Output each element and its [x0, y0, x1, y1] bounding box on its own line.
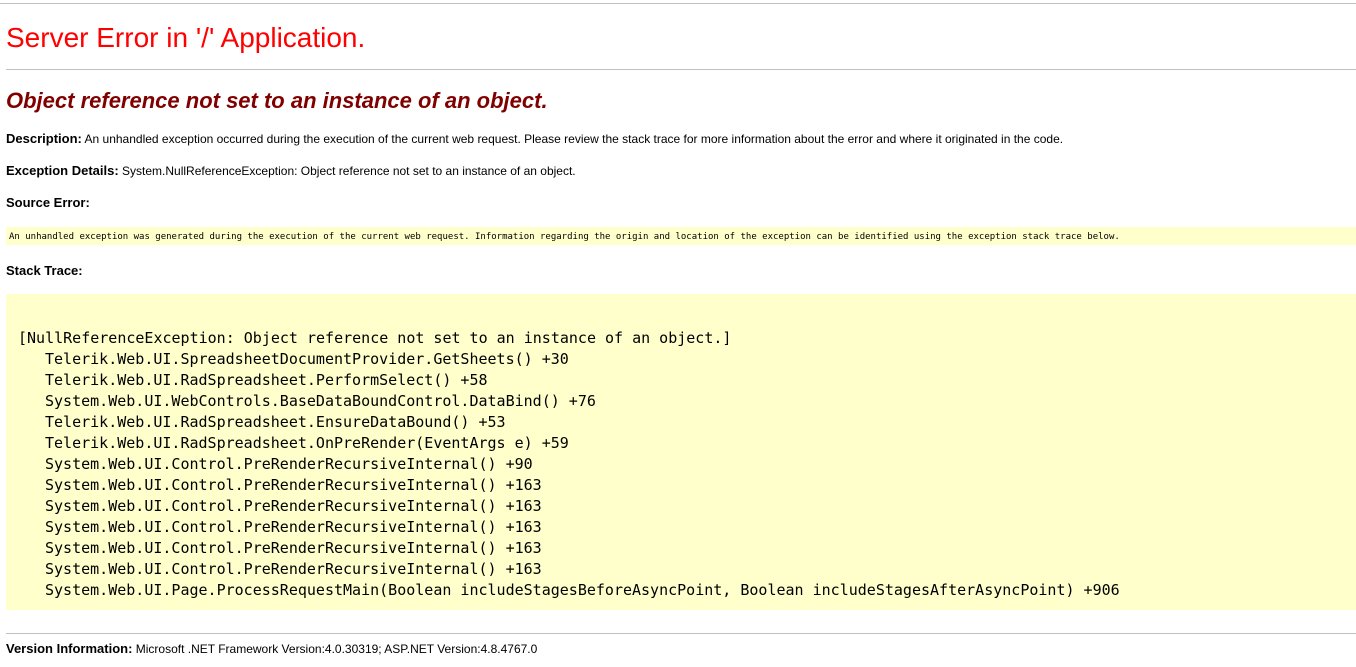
stack-frame: System.Web.UI.Control.PreRenderRecursive…	[45, 539, 542, 557]
stack-trace-section: Stack Trace:	[6, 263, 83, 278]
source-error-section: Source Error:	[6, 195, 90, 210]
stack-frame: Telerik.Web.UI.RadSpreadsheet.EnsureData…	[45, 413, 506, 431]
stack-trace-label: Stack Trace:	[6, 263, 83, 278]
stack-frame: Telerik.Web.UI.RadSpreadsheet.PerformSel…	[45, 371, 488, 389]
exception-details-label: Exception Details:	[6, 163, 119, 178]
stack-frame: System.Web.UI.Control.PreRenderRecursive…	[45, 560, 542, 578]
stack-frame: System.Web.UI.Control.PreRenderRecursive…	[45, 476, 542, 494]
stack-frame: System.Web.UI.Page.ProcessRequestMain(Bo…	[45, 581, 1120, 599]
title-divider	[6, 69, 1356, 70]
version-divider	[6, 633, 1356, 634]
exception-details-text: System.NullReferenceException: Object re…	[122, 164, 576, 178]
stack-trace-exception: [NullReferenceException: Object referenc…	[18, 329, 732, 347]
description-text: An unhandled exception occurred during t…	[84, 132, 1064, 146]
stack-frame: System.Web.UI.WebControls.BaseDataBoundC…	[45, 392, 596, 410]
stack-trace-text: [NullReferenceException: Object referenc…	[6, 294, 1356, 601]
description-section: Description: An unhandled exception occu…	[6, 131, 1063, 146]
stack-frame: System.Web.UI.Control.PreRenderRecursive…	[45, 518, 542, 536]
source-error-label: Source Error:	[6, 195, 90, 210]
source-error-box: An unhandled exception was generated dur…	[6, 227, 1356, 245]
top-rule	[0, 3, 1356, 4]
error-message: Object reference not set to an instance …	[6, 88, 548, 113]
stack-frame: System.Web.UI.Control.PreRenderRecursive…	[45, 497, 542, 515]
version-information-text: Microsoft .NET Framework Version:4.0.303…	[135, 642, 538, 656]
page-title: Server Error in '/' Application.	[6, 22, 366, 53]
source-error-text: An unhandled exception was generated dur…	[9, 232, 1120, 242]
version-information: Version Information: Microsoft .NET Fram…	[6, 641, 537, 656]
stack-frame: System.Web.UI.Control.PreRenderRecursive…	[45, 455, 533, 473]
description-label: Description:	[6, 131, 82, 146]
stack-frame: Telerik.Web.UI.RadSpreadsheet.OnPreRende…	[45, 434, 569, 452]
stack-frame: Telerik.Web.UI.SpreadsheetDocumentProvid…	[45, 350, 569, 368]
exception-details-section: Exception Details: System.NullReferenceE…	[6, 163, 576, 178]
version-information-label: Version Information:	[6, 641, 133, 656]
stack-trace-box: [NullReferenceException: Object referenc…	[6, 294, 1356, 610]
